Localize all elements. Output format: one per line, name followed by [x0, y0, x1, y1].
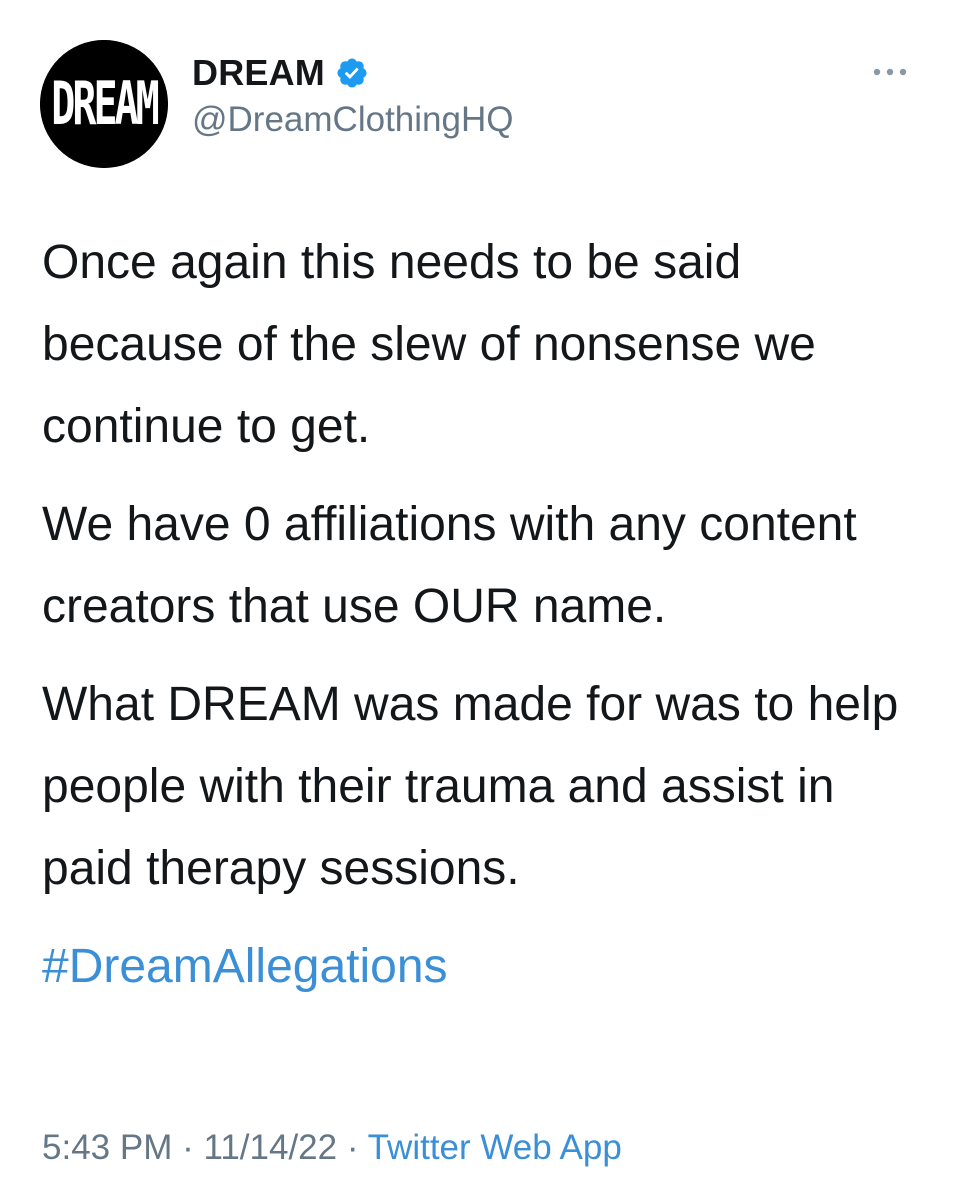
- author-header: DREAM @DreamClothingHQ: [192, 50, 513, 140]
- handle[interactable]: @DreamClothingHQ: [192, 100, 513, 140]
- name-row: DREAM: [192, 50, 513, 96]
- tweet-meta: 5:43 PM · 11/14/22 · Twitter Web App: [42, 1128, 622, 1168]
- meta-separator: ·: [172, 1128, 204, 1167]
- dream-logo-icon: DREAM: [40, 40, 168, 168]
- hashtag-link[interactable]: #DreamAllegations: [42, 926, 922, 1008]
- more-options-icon[interactable]: [870, 62, 910, 82]
- tweet-source-link[interactable]: Twitter Web App: [368, 1128, 622, 1167]
- avatar[interactable]: DREAM: [40, 40, 168, 168]
- display-name[interactable]: DREAM: [192, 52, 325, 94]
- avatar-logo-text: DREAM: [51, 70, 158, 139]
- tweet-time[interactable]: 5:43 PM: [42, 1128, 172, 1167]
- tweet-card: DREAM DREAM @DreamClothingHQ Once again …: [0, 0, 953, 1200]
- verified-badge-icon: [335, 56, 369, 90]
- tweet-paragraph: What DREAM was made for was to help peop…: [42, 678, 899, 895]
- hashtag-text[interactable]: #DreamAllegations: [42, 940, 448, 993]
- tweet-paragraph: Once again this needs to be said because…: [42, 236, 816, 453]
- tweet-paragraph: We have 0 affiliations with any content …: [42, 498, 857, 633]
- meta-separator: ·: [337, 1128, 368, 1167]
- tweet-text: Once again this needs to be said because…: [42, 222, 922, 1008]
- tweet-date[interactable]: 11/14/22: [203, 1128, 337, 1167]
